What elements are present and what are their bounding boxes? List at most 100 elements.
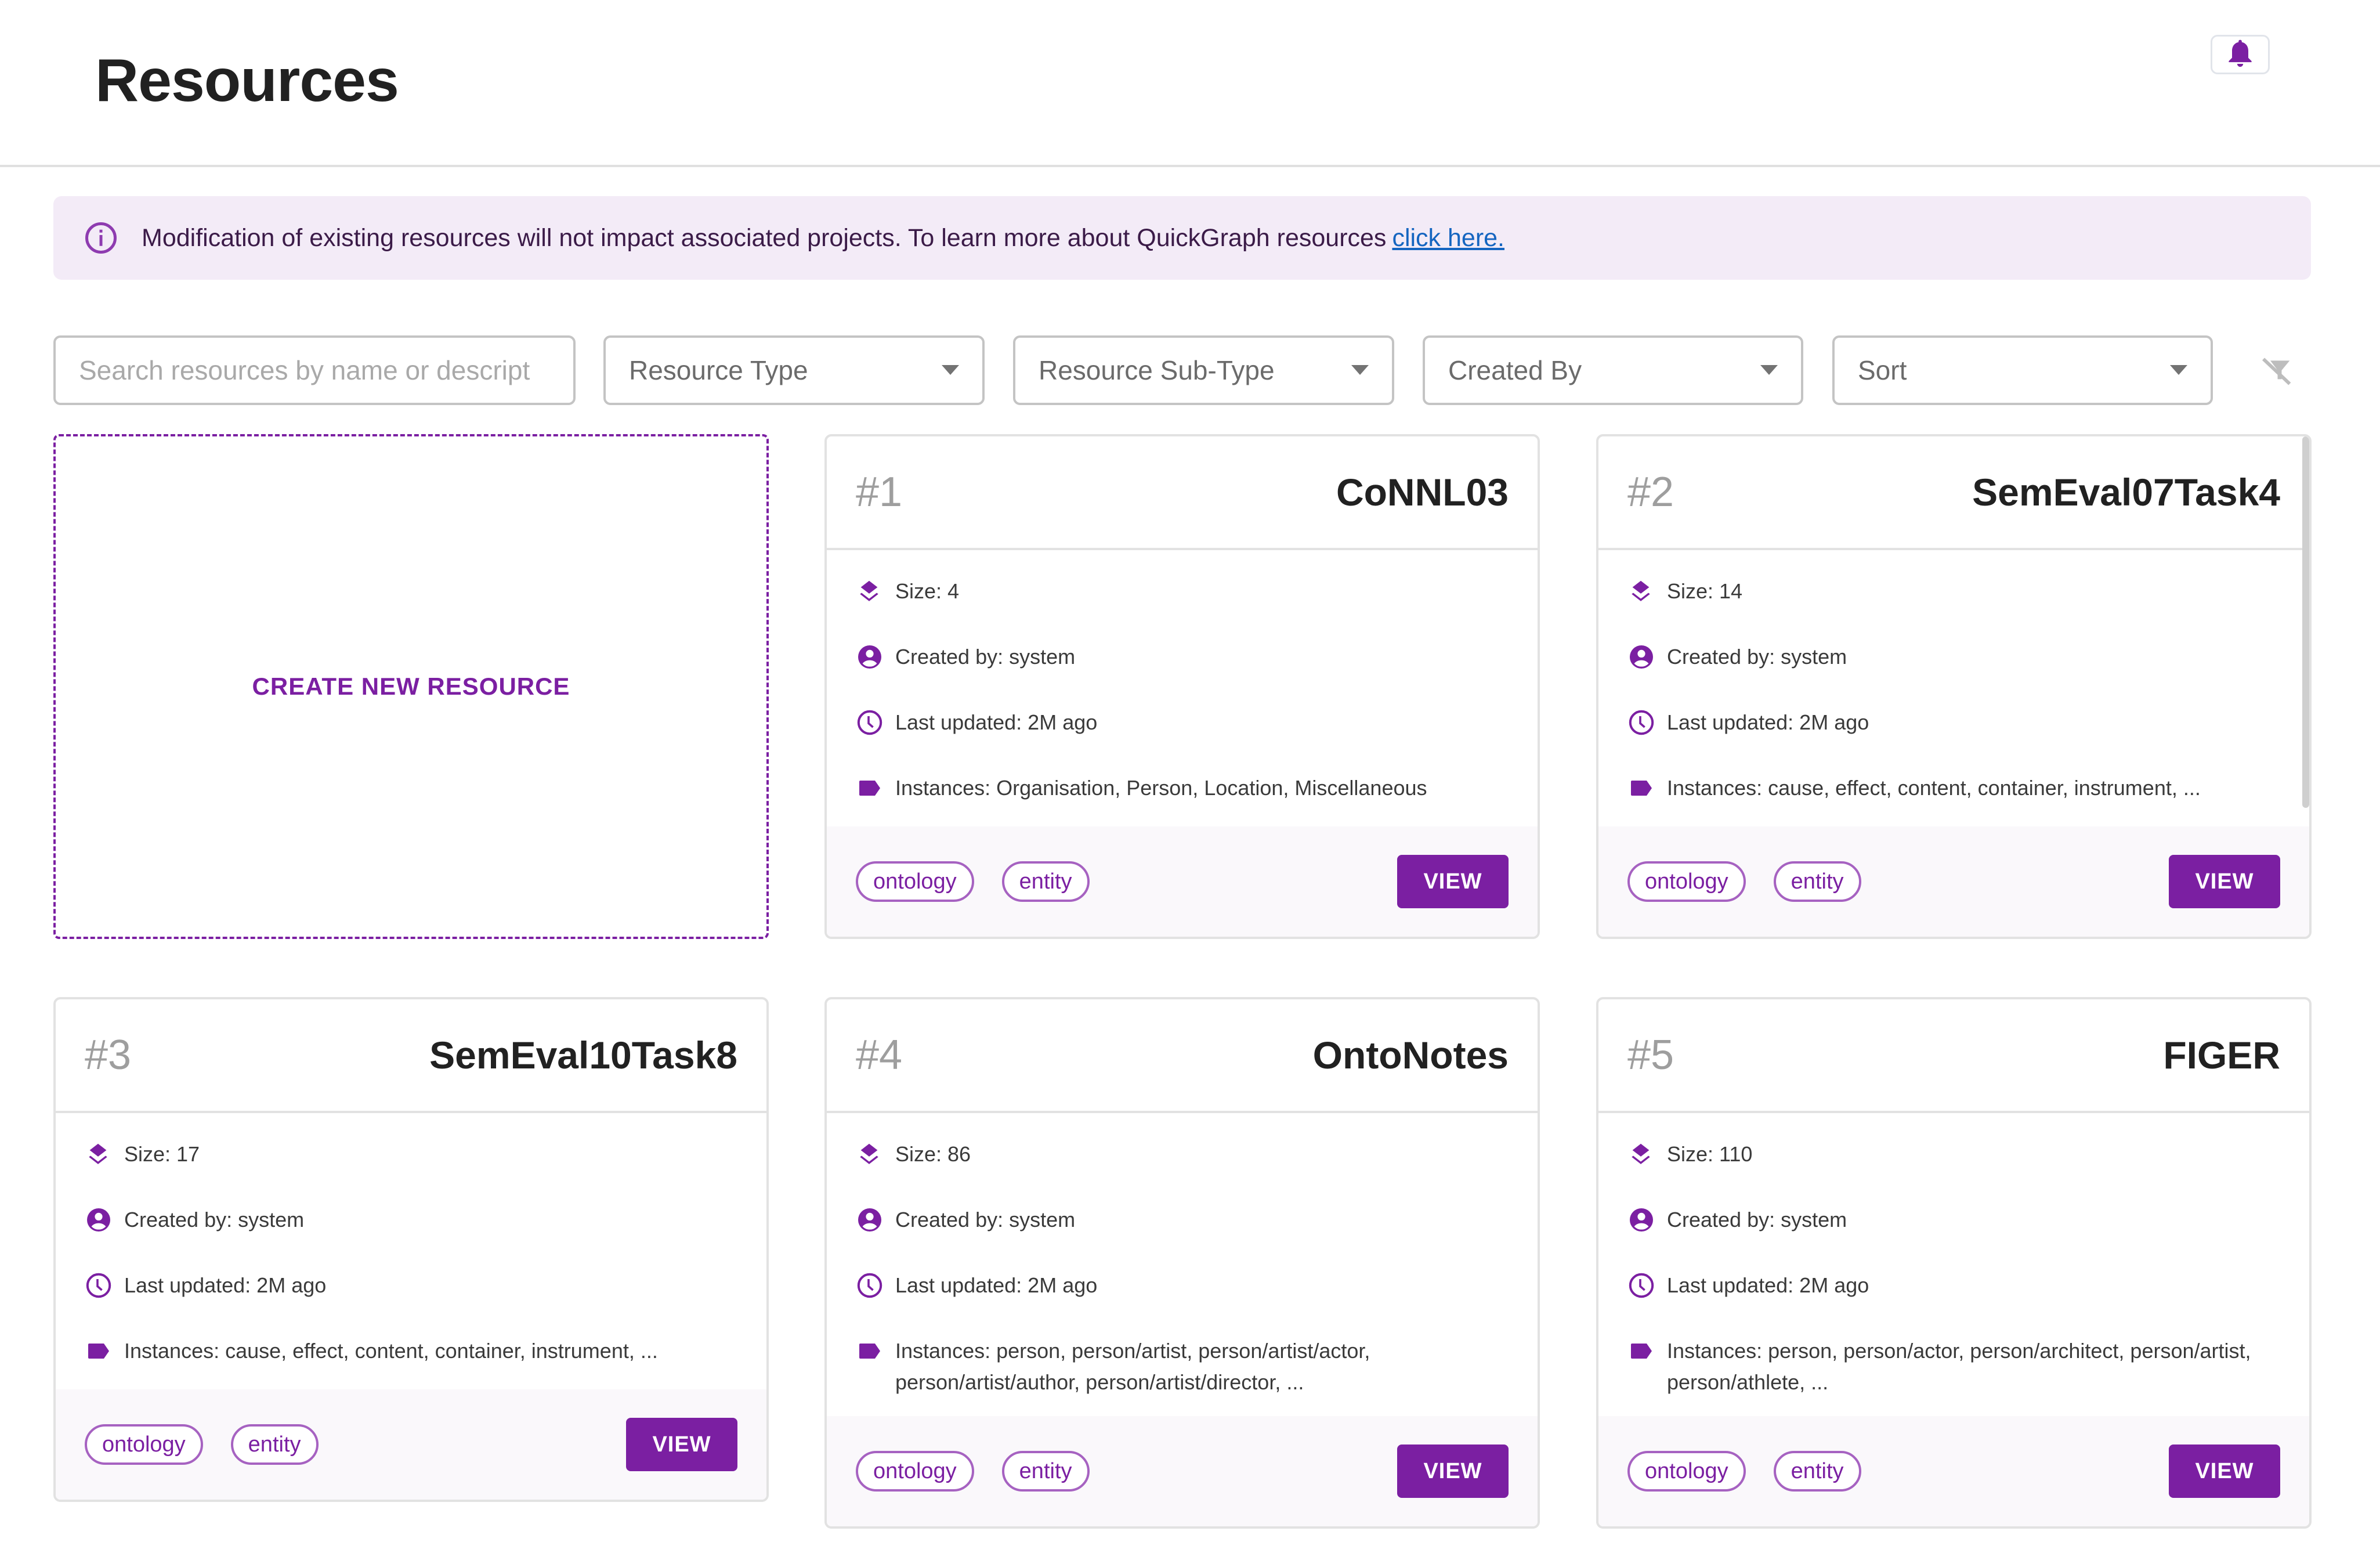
caret-down-icon: [2170, 365, 2187, 375]
tag-chip[interactable]: entity: [1001, 861, 1090, 902]
view-button[interactable]: VIEW: [2169, 1445, 2280, 1498]
layers-icon: [860, 1143, 878, 1164]
size-row: Size: 86: [856, 1139, 1509, 1170]
created-by-text: Created by: system: [1667, 645, 1847, 669]
card-title: FIGER: [2163, 1034, 2280, 1077]
create-new-resource-label: CREATE NEW RESOURCE: [252, 673, 570, 700]
layers-icon: [1632, 580, 1650, 601]
card-footer: ontology entity VIEW: [56, 1389, 766, 1500]
card-body: Size: 4 Created by: system Last updated:…: [827, 550, 1538, 804]
instances-row: Instances: cause, effect, content, conta…: [85, 1335, 737, 1367]
view-button[interactable]: VIEW: [1397, 1445, 1509, 1498]
instances-row: Instances: person, person/artist, person…: [856, 1335, 1509, 1398]
info-icon: [85, 222, 117, 254]
resource-type-label: Resource Type: [629, 355, 808, 385]
view-button[interactable]: VIEW: [2169, 855, 2280, 908]
card-header: #1 CoNNL03: [827, 436, 1538, 550]
created-by-row: Created by: system: [1627, 641, 2280, 673]
card-footer: ontology entity VIEW: [827, 1416, 1538, 1526]
last-updated-text: Last updated: 2M ago: [895, 710, 1098, 734]
instances-row: Instances: person, person/actor, person/…: [1627, 1335, 2280, 1398]
sort-select[interactable]: Sort: [1832, 335, 2213, 405]
size-row: Size: 14: [1627, 576, 2280, 607]
resource-card-2: #2 SemEval07Task4 Size: 14 Created by: s…: [1596, 434, 2312, 939]
size-text: Size: 17: [124, 1142, 200, 1166]
card-header: #2 SemEval07Task4: [1598, 436, 2309, 550]
tag-chip[interactable]: ontology: [1627, 1451, 1746, 1492]
instances-row: Instances: cause, effect, content, conta…: [1627, 772, 2280, 804]
search-field[interactable]: [53, 335, 576, 405]
learn-more-link[interactable]: click here.: [1392, 224, 1504, 252]
page-title: Resources: [95, 47, 399, 114]
account-circle-icon: [858, 1208, 881, 1232]
instances-row: Instances: Organisation, Person, Locatio…: [856, 772, 1509, 804]
size-row: Size: 17: [85, 1139, 737, 1170]
size-row: Size: 4: [856, 576, 1509, 607]
size-row: Size: 110: [1627, 1139, 2280, 1170]
create-new-resource-button[interactable]: CREATE NEW RESOURCE: [53, 434, 769, 939]
instances-text: Instances: person, person/actor, person/…: [1667, 1339, 2251, 1394]
tag-chip[interactable]: entity: [1001, 1451, 1090, 1492]
card-footer: ontology entity VIEW: [1598, 826, 2309, 937]
tag-chip[interactable]: entity: [1773, 861, 1861, 902]
created-by-select[interactable]: Created By: [1423, 335, 1803, 405]
card-index: #2: [1627, 469, 1674, 515]
sort-label: Sort: [1858, 355, 1907, 385]
clock-icon: [857, 1273, 882, 1298]
card-title: OntoNotes: [1312, 1034, 1509, 1077]
created-by-text: Created by: system: [1667, 1208, 1847, 1232]
size-text: Size: 86: [895, 1142, 971, 1166]
account-circle-icon: [1630, 1208, 1653, 1232]
alert-message: Modification of existing resources will …: [142, 224, 1504, 252]
instances-text: Instances: person, person/artist, person…: [895, 1339, 1370, 1394]
label-icon: [1631, 1344, 1652, 1359]
clock-icon: [1629, 1273, 1654, 1298]
card-footer: ontology entity VIEW: [827, 826, 1538, 937]
card-scrollbar[interactable]: [2302, 436, 2309, 808]
tag-chip[interactable]: ontology: [856, 861, 974, 902]
tag-chip[interactable]: ontology: [1627, 861, 1746, 902]
last-updated-row: Last updated: 2M ago: [856, 707, 1509, 738]
card-header: #4 OntoNotes: [827, 999, 1538, 1113]
layers-icon: [89, 1143, 107, 1164]
card-body: Size: 14 Created by: system Last updated…: [1598, 550, 2309, 804]
notifications-button[interactable]: [2211, 35, 2270, 74]
label-icon: [1631, 781, 1652, 796]
tag-chip[interactable]: entity: [1773, 1451, 1861, 1492]
clock-icon: [1629, 710, 1654, 735]
last-updated-text: Last updated: 2M ago: [1667, 710, 1869, 734]
resource-type-select[interactable]: Resource Type: [603, 335, 985, 405]
alert-message-text: Modification of existing resources will …: [142, 223, 1387, 252]
created-by-row: Created by: system: [85, 1204, 737, 1236]
view-button[interactable]: VIEW: [626, 1418, 737, 1471]
card-title: SemEval07Task4: [1972, 471, 2280, 514]
card-footer: ontology entity VIEW: [1598, 1416, 2309, 1526]
resource-sub-type-select[interactable]: Resource Sub-Type: [1013, 335, 1394, 405]
clear-filters-button[interactable]: [2254, 348, 2301, 395]
size-text: Size: 4: [895, 579, 960, 603]
layers-icon: [860, 580, 878, 601]
created-by-text: Created by: system: [895, 645, 1076, 669]
tag-chip[interactable]: ontology: [85, 1424, 203, 1465]
account-circle-icon: [87, 1208, 110, 1232]
created-by-label: Created By: [1448, 355, 1582, 385]
created-by-text: Created by: system: [124, 1208, 305, 1232]
label-icon: [859, 781, 880, 796]
search-input[interactable]: [79, 355, 550, 386]
resource-card-3: #3 SemEval10Task8 Size: 17 Created by: s…: [53, 997, 769, 1502]
card-index: #3: [85, 1032, 132, 1078]
created-by-row: Created by: system: [856, 1204, 1509, 1236]
last-updated-text: Last updated: 2M ago: [1667, 1273, 1869, 1297]
bell-icon: [2229, 39, 2252, 67]
instances-text: Instances: cause, effect, content, conta…: [124, 1339, 658, 1363]
size-text: Size: 14: [1667, 579, 1743, 603]
last-updated-row: Last updated: 2M ago: [1627, 707, 2280, 738]
created-by-text: Created by: system: [895, 1208, 1076, 1232]
info-alert: Modification of existing resources will …: [53, 196, 2311, 280]
filter-off-icon: [2262, 357, 2291, 385]
view-button[interactable]: VIEW: [1397, 855, 1509, 908]
tag-chip[interactable]: entity: [230, 1424, 319, 1465]
last-updated-text: Last updated: 2M ago: [895, 1273, 1098, 1297]
card-body: Size: 86 Created by: system Last updated…: [827, 1113, 1538, 1398]
tag-chip[interactable]: ontology: [856, 1451, 974, 1492]
